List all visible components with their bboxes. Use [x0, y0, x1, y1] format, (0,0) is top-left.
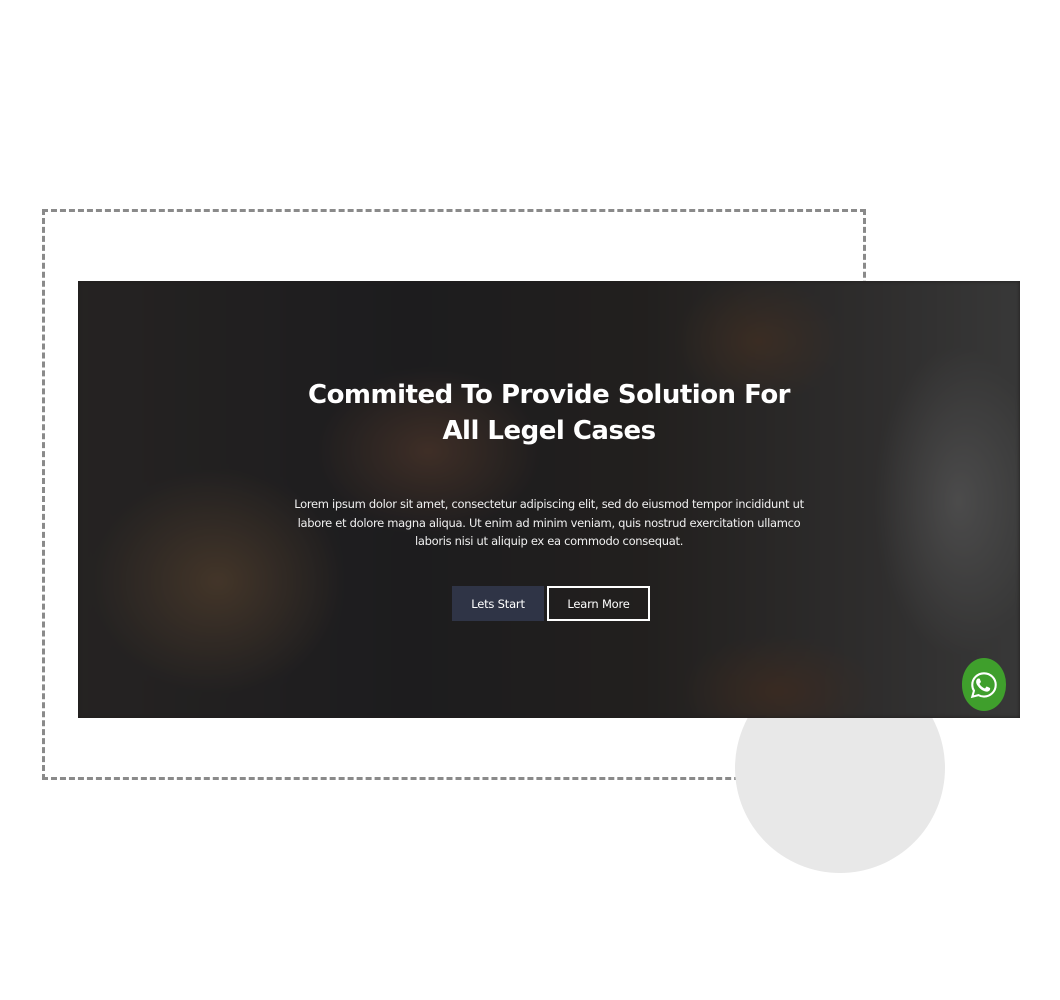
lets-start-button[interactable]: Lets Start	[452, 586, 544, 621]
hero-title: Commited To Provide Solution For All Leg…	[307, 380, 791, 446]
whatsapp-icon	[970, 671, 997, 698]
hero-banner: Commited To Provide Solution For All Leg…	[78, 281, 1020, 718]
page: Commited To Provide Solution For All Leg…	[0, 0, 1060, 1000]
hero-description: Lorem ipsum dolor sit amet, consectetur …	[294, 497, 804, 548]
hero-content: Commited To Provide Solution For All Leg…	[78, 281, 1020, 718]
learn-more-button[interactable]: Learn More	[547, 586, 650, 621]
whatsapp-button[interactable]	[962, 658, 1006, 711]
